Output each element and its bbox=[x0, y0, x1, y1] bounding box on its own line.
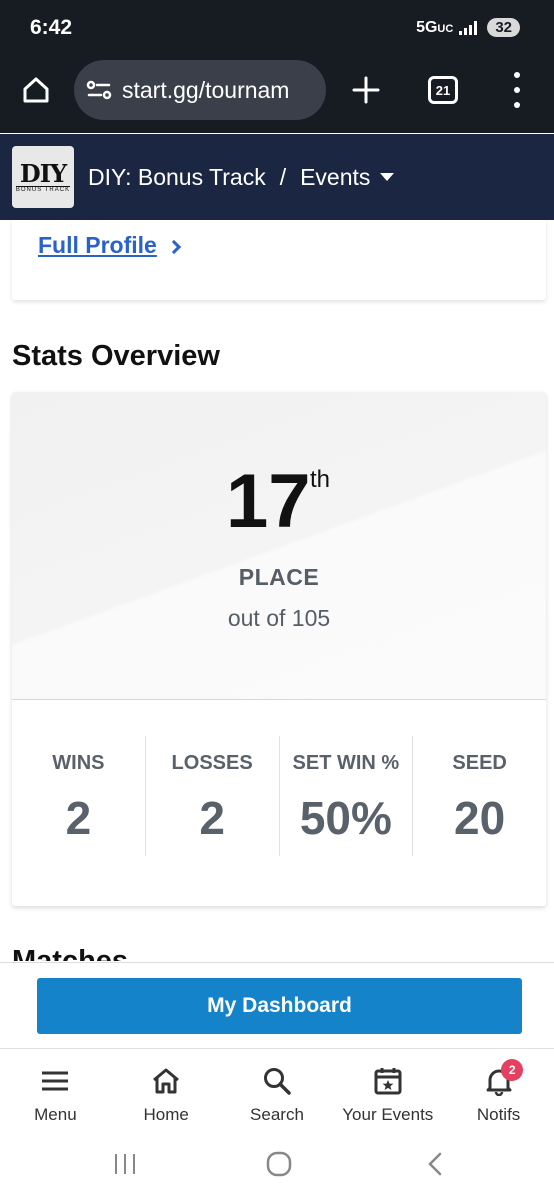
home-icon bbox=[23, 77, 49, 103]
status-time: 6:42 bbox=[30, 16, 73, 39]
stat-wins: WINS 2 bbox=[12, 736, 146, 856]
notification-badge: 2 bbox=[501, 1059, 524, 1081]
stat-value: 20 bbox=[454, 792, 506, 844]
new-tab-button[interactable] bbox=[346, 70, 386, 110]
tournament-logo[interactable]: DIY BONUS TRACK bbox=[12, 146, 74, 208]
placement-label: PLACE bbox=[238, 564, 320, 590]
nav-home[interactable]: Home bbox=[111, 1049, 222, 1132]
tab-switcher-button[interactable]: 21 bbox=[428, 76, 458, 104]
stat-label: SET WIN % bbox=[292, 752, 400, 774]
stat-seed: SEED 20 bbox=[413, 736, 546, 856]
recent-apps-button[interactable] bbox=[110, 1150, 140, 1178]
url-text: start.gg/tournam bbox=[122, 76, 290, 103]
my-dashboard-button[interactable]: My Dashboard bbox=[37, 978, 522, 1034]
stats-overview-title: Stats Overview bbox=[12, 340, 220, 372]
matches-title: Matches bbox=[12, 945, 129, 961]
nav-label: Notifs bbox=[476, 1105, 521, 1124]
system-home-button[interactable] bbox=[264, 1150, 294, 1178]
browser-menu-button[interactable] bbox=[500, 72, 534, 108]
stats-card: 17 th PLACE out of 105 WINS 2 LOSSES 2 S… bbox=[12, 392, 546, 906]
stat-losses: LOSSES 2 bbox=[146, 736, 280, 856]
status-indicators: 5GUC 32 bbox=[416, 18, 520, 37]
stat-value: 2 bbox=[65, 792, 92, 844]
placement-out-of: out of 105 bbox=[227, 605, 331, 631]
placement-suffix: th bbox=[310, 466, 331, 493]
breadcrumb-events[interactable]: Events bbox=[300, 164, 370, 191]
profile-card: Full Profile bbox=[12, 220, 546, 300]
site-settings-icon bbox=[86, 80, 112, 100]
kebab-icon bbox=[514, 72, 520, 78]
stat-label: LOSSES bbox=[171, 752, 253, 774]
back-button[interactable] bbox=[422, 1150, 448, 1178]
breadcrumb-separator: / bbox=[279, 163, 287, 190]
nav-notifs[interactable]: 2 Notifs bbox=[443, 1049, 554, 1132]
browser-home-button[interactable] bbox=[16, 70, 56, 110]
breadcrumb: DIY: Bonus Track / Events bbox=[88, 163, 395, 191]
home-icon bbox=[150, 1065, 182, 1097]
url-bar[interactable]: start.gg/tournam bbox=[74, 60, 326, 120]
placement-number: 17 bbox=[226, 459, 311, 544]
stat-set-win-pct: SET WIN % 50% bbox=[280, 736, 414, 856]
nav-label: Your Events bbox=[342, 1105, 434, 1124]
network-type: 5GUC bbox=[416, 18, 454, 36]
nav-menu[interactable]: Menu bbox=[0, 1049, 111, 1132]
nav-label: Home bbox=[143, 1105, 189, 1124]
stat-row: WINS 2 LOSSES 2 SET WIN % 50% SEED 20 bbox=[12, 736, 546, 856]
breadcrumb-tournament[interactable]: DIY: Bonus Track bbox=[88, 164, 266, 191]
nav-search[interactable]: Search bbox=[222, 1049, 333, 1132]
dashboard-bar: My Dashboard bbox=[0, 962, 554, 1048]
chevron-down-icon[interactable] bbox=[380, 173, 395, 181]
chevron-right-icon bbox=[166, 239, 181, 254]
battery-indicator: 32 bbox=[487, 18, 520, 37]
nav-label: Menu bbox=[34, 1105, 77, 1124]
recent-apps-icon bbox=[115, 1154, 135, 1174]
calendar-star-icon bbox=[372, 1065, 404, 1097]
stat-value: 50% bbox=[299, 792, 392, 844]
stat-label: WINS bbox=[52, 752, 105, 774]
circle-home-icon bbox=[266, 1151, 292, 1177]
browser-chrome: 6:42 5GUC 32 start.gg/tournam 21 bbox=[0, 0, 554, 133]
full-profile-link[interactable]: Full Profile bbox=[38, 232, 181, 259]
nav-label: Search bbox=[250, 1105, 304, 1124]
site-header: DIY BONUS TRACK DIY: Bonus Track / Event… bbox=[0, 134, 554, 220]
stat-label: SEED bbox=[452, 752, 507, 774]
nav-your-events[interactable]: Your Events bbox=[332, 1049, 443, 1132]
signal-icon bbox=[459, 20, 478, 35]
search-icon bbox=[261, 1065, 293, 1097]
stat-value: 2 bbox=[199, 792, 225, 844]
placement-panel: 17 th PLACE out of 105 bbox=[12, 392, 546, 700]
bottom-nav: Menu Home Search Your Events 2 Notifs bbox=[0, 1048, 554, 1132]
menu-icon bbox=[39, 1065, 71, 1097]
plus-icon bbox=[352, 76, 380, 104]
system-nav-bar bbox=[0, 1132, 554, 1200]
back-icon bbox=[428, 1152, 442, 1176]
